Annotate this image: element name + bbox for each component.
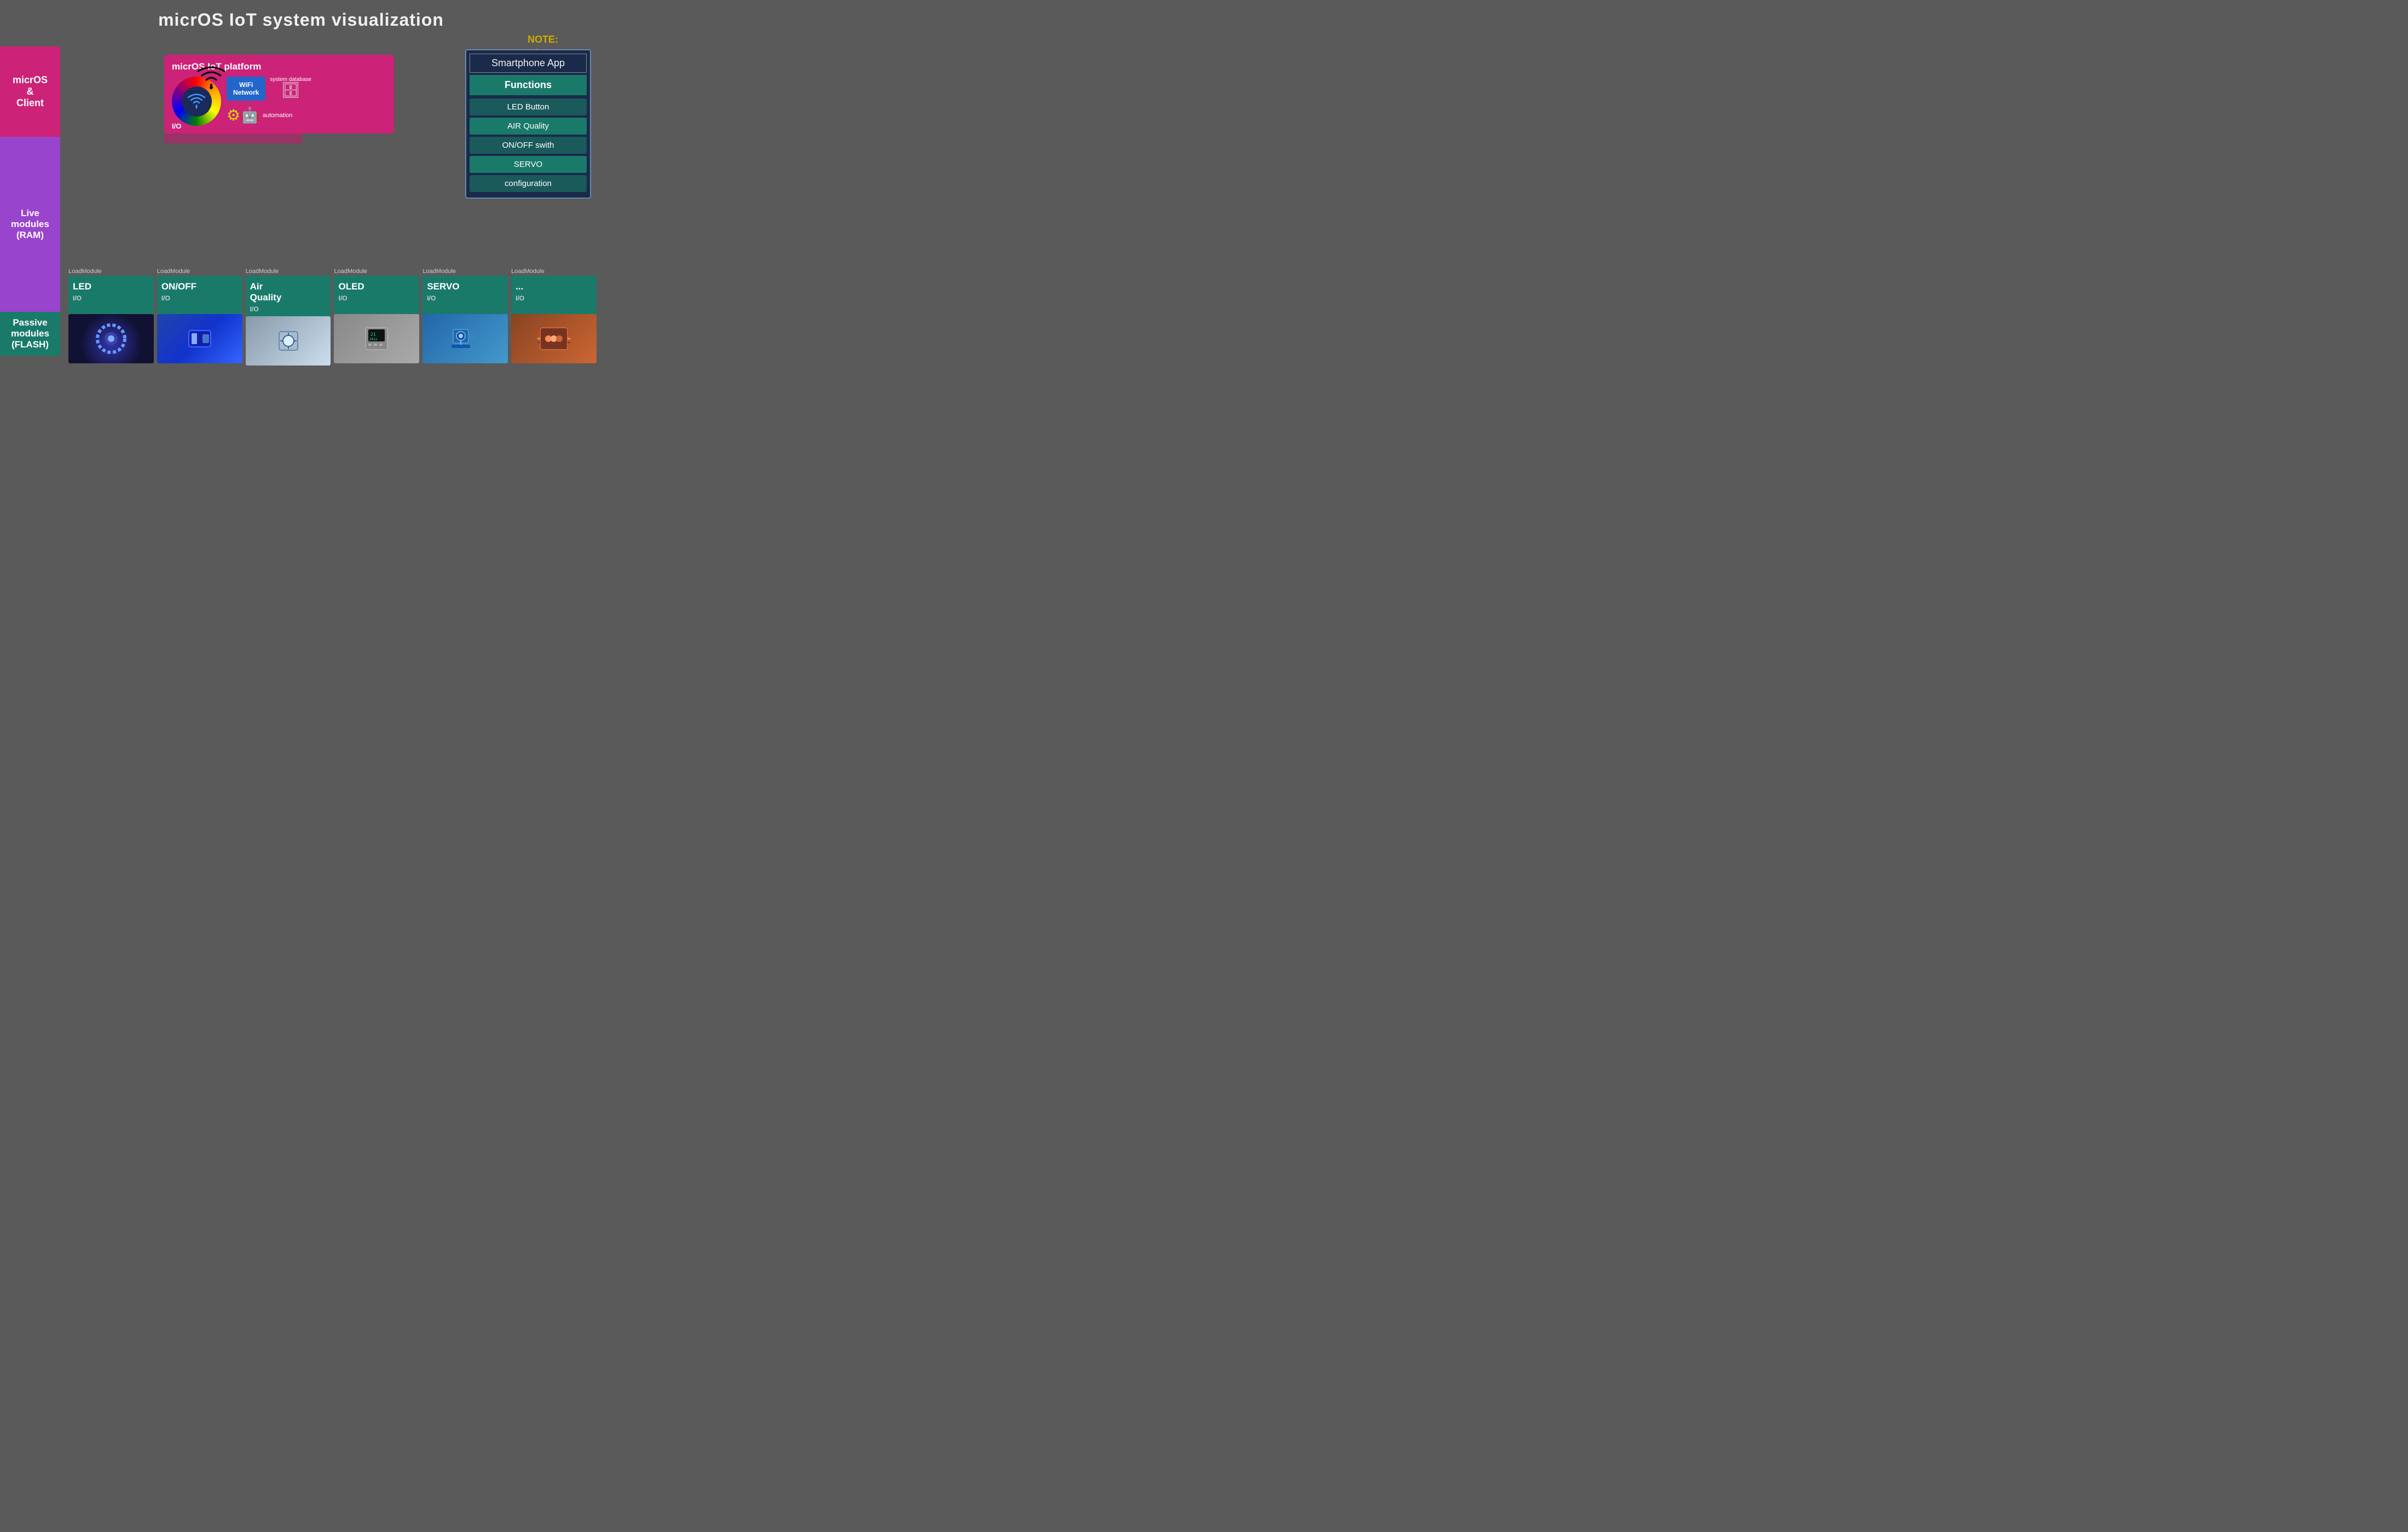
module-air-load-label: LoadModule [246, 268, 279, 275]
module-servo-name: SERVO [427, 281, 503, 292]
wifi-large-icon [196, 66, 227, 96]
module-air-name: Air Quality [250, 281, 327, 303]
iot-platform-notch [164, 134, 302, 143]
module-led-io: I/O [73, 294, 149, 302]
sidebar-micros: micrOS & Client [0, 47, 60, 137]
module-oled-name: OLED [338, 281, 415, 292]
module-more-box: ... I/O [511, 276, 597, 314]
module-servo-load-label: LoadModule [422, 268, 456, 275]
module-servo: LoadModule SERVO I/O [422, 268, 508, 363]
relay-svg [186, 328, 213, 350]
func-configuration[interactable]: configuration [470, 175, 587, 192]
automation-icon: ⚙🤖 [227, 106, 259, 124]
func-servo[interactable]: SERVO [470, 156, 587, 173]
module-led-name: LED [73, 281, 149, 292]
smartphone-app-label: Smartphone App [470, 54, 587, 73]
module-oled-box: OLED I/O [334, 276, 419, 314]
database-box: system database 🗄 [270, 77, 311, 98]
servo-svg [449, 324, 482, 354]
module-air-img [246, 316, 331, 365]
module-oled-io: I/O [338, 294, 415, 302]
left-sidebar: micrOS & Client Live modules (RAM) Passi… [0, 47, 60, 383]
func-led-button[interactable]: LED Button [470, 98, 587, 115]
oled-sensor-svg: 21 201x [363, 325, 390, 352]
module-led-box: LED I/O [68, 276, 154, 314]
iot-right-section: WiFi Network system database 🗄 ⚙🤖 automa… [227, 77, 386, 124]
module-air-io: I/O [250, 305, 327, 313]
sidebar-passive: Passive modules (FLASH) [0, 312, 60, 356]
functions-label: Functions [470, 75, 587, 95]
more-module-svg [537, 325, 570, 352]
module-oled-load-label: LoadModule [334, 268, 367, 275]
module-onoff: LoadModule ON/OFF I/O [157, 268, 242, 363]
wifi-network-box: WiFi Network [227, 77, 265, 101]
module-more-name: ... [516, 281, 592, 292]
module-more: LoadModule ... I/O [511, 268, 597, 363]
module-air-box: Air Quality I/O [246, 276, 331, 316]
wifi-db-row: WiFi Network system database 🗄 [227, 77, 386, 101]
module-servo-io: I/O [427, 294, 503, 302]
sidebar-live: Live modules (RAM) [0, 137, 60, 312]
led-ring-svg [95, 322, 128, 355]
module-oled: LoadModule OLED I/O 21 201x [334, 268, 419, 363]
iot-logo [172, 77, 221, 126]
iot-platform: micrOS IoT platform [164, 55, 394, 143]
air-sensor-svg [275, 327, 302, 355]
module-servo-box: SERVO I/O [422, 276, 508, 314]
module-more-load-label: LoadModule [511, 268, 545, 275]
modules-row: LoadModule LED I/O LoadModule ON/OFF I/O [63, 265, 602, 383]
module-onoff-box: ON/OFF I/O [157, 276, 242, 314]
module-air-quality: LoadModule Air Quality I/O [246, 268, 331, 365]
module-onoff-io: I/O [161, 294, 238, 302]
module-onoff-name: ON/OFF [161, 281, 238, 292]
module-led: LoadModule LED I/O [68, 268, 154, 363]
func-onoff-switch[interactable]: ON/OFF swith [470, 137, 587, 154]
module-led-img [68, 314, 154, 363]
automation-label: automation [263, 112, 292, 119]
module-led-load-label: LoadModule [68, 268, 102, 275]
iot-platform-box: micrOS IoT platform [164, 55, 394, 134]
wifi-logo-icon [187, 94, 206, 109]
smartphone-app-panel: Smartphone App Functions LED Button AIR … [465, 49, 591, 199]
module-more-img [511, 314, 597, 363]
iot-platform-inner: WiFi Network system database 🗄 ⚙🤖 automa… [172, 77, 386, 126]
svg-text:21: 21 [371, 332, 376, 337]
module-more-io: I/O [516, 294, 592, 302]
module-onoff-load-label: LoadModule [157, 268, 190, 275]
module-onoff-img [157, 314, 242, 363]
func-air-quality[interactable]: AIR Quality [470, 118, 587, 135]
automation-row: ⚙🤖 automation [227, 106, 386, 124]
module-oled-img: 21 201x [334, 314, 419, 363]
page-title: micrOS IoT system visualization [0, 0, 602, 30]
wifi-network-label: WiFi Network [233, 81, 259, 96]
io-label: I/O [172, 122, 181, 130]
note-label: NOTE: [528, 33, 558, 47]
svg-text:201x: 201x [369, 338, 378, 341]
db-cylinder-icon: 🗄 [270, 83, 311, 98]
module-servo-img [422, 314, 508, 363]
